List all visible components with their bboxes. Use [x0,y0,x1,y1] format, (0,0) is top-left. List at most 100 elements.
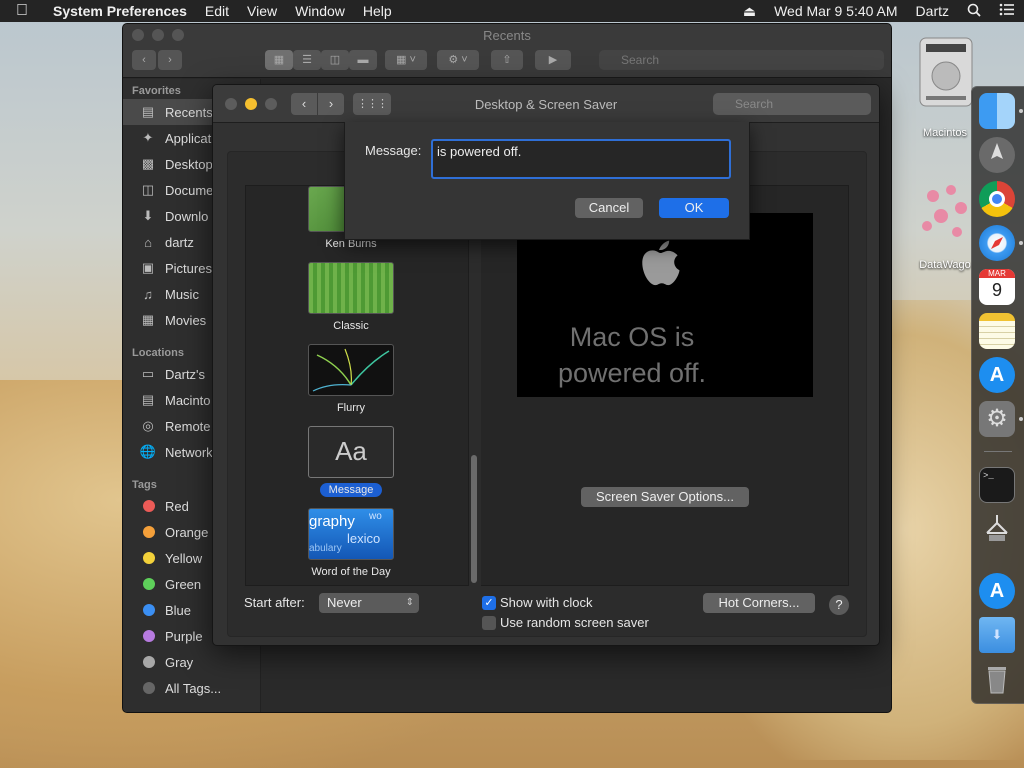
list-scrollbar[interactable] [471,455,477,583]
saver-label: Message [319,483,383,497]
tag-color-dot [143,526,155,538]
sidebar-item-label: Macinto [165,392,211,408]
tag-color-dot [143,552,155,564]
sidebar-item-label: Gray [165,654,194,670]
prefs-titlebar: ‹ › ⋮⋮⋮ Desktop & Screen Saver Search [213,85,879,123]
tag-color-dot [143,682,155,694]
globe-icon: 🌐 [139,444,157,459]
sidebar-item-label: Red [165,498,189,514]
icon-view-button[interactable]: ▦ [265,50,293,70]
tag-icon[interactable]: ▶ [535,50,571,70]
message-label: Message: [365,143,422,158]
computer-icon: ▭ [141,366,155,381]
notification-center-icon[interactable] [990,3,1024,19]
menubar-clock[interactable]: Wed Mar 9 5:40 AM [765,3,906,19]
apple-menu-icon[interactable]:  [0,2,44,20]
camera-icon: ▣ [141,260,155,275]
menubar-user[interactable]: Dartz [907,3,958,19]
sidebar-item-label: Yellow [165,550,203,566]
start-after-select[interactable]: Never ⇕ [319,593,419,613]
menu-help[interactable]: Help [354,3,401,19]
hard-drive-icon [919,37,973,107]
gallery-view-button[interactable]: ▬ [349,50,377,70]
eject-icon[interactable]: ⏏ [734,3,765,20]
menu-app-name[interactable]: System Preferences [44,3,196,19]
group-button[interactable]: ▦ ˅ [385,50,427,70]
document-icon: ◫ [141,182,155,197]
sidebar-item-label: Blue [165,602,192,618]
music-note-icon: ♫ [143,286,153,302]
thumb-message[interactable]: Aa [308,426,394,478]
calendar-icon[interactable]: MAR 9 [979,269,1015,305]
thumb-word: wo [369,511,382,522]
calendar-month: MAR [979,269,1015,278]
film-icon: ▦ [141,312,155,327]
action-gear-icon[interactable]: ⚙ ˅ [437,50,479,70]
list-view-button[interactable]: ☰ [293,50,321,70]
saver-label: Classic [333,320,369,332]
share-icon[interactable]: ⇧ [491,50,523,70]
notes-icon[interactable] [979,313,1015,349]
downloads-folder-icon[interactable]: ⬇ [979,617,1015,653]
applications-icon: ✦ [142,130,154,145]
start-after-value: Never [327,595,362,610]
cancel-button[interactable]: Cancel [575,198,643,218]
start-after-label: Start after: [244,595,305,610]
apple-logo-icon [642,240,680,286]
running-indicator [1019,417,1023,421]
column-view-button[interactable]: ◫ [321,50,349,70]
ok-button[interactable]: OK [659,198,729,218]
sidebar-tag-gray[interactable]: Gray [123,649,260,675]
menu-bar:  System Preferences Edit View Window He… [0,0,1024,22]
prefs-search-input[interactable]: Search [713,93,871,115]
desktop-icon: ▩ [141,156,155,171]
thumb-word: graphy [309,513,355,530]
finder-icon[interactable] [979,93,1015,129]
thumb-word: lexico [347,531,381,546]
menu-view[interactable]: View [238,3,286,19]
terminal-icon[interactable]: >_ [979,467,1015,503]
clock-icon: ▤ [141,104,155,119]
sidebar-item-label: Recents [165,104,213,120]
launchpad-icon[interactable] [979,137,1015,173]
running-indicator [1019,241,1023,245]
safari-icon[interactable] [979,225,1015,261]
script-editor-icon[interactable] [979,511,1015,547]
show-clock-checkbox[interactable]: ✓ [482,596,496,610]
drive-icon: ▤ [141,392,155,407]
sidebar-item-label: Green [165,576,202,592]
home-icon: ⌂ [144,234,152,250]
tag-color-dot [143,630,155,642]
app-store-icon[interactable]: A [979,357,1015,393]
menu-window[interactable]: Window [286,3,354,19]
message-input[interactable]: is powered off. [431,139,731,179]
spotlight-icon[interactable] [958,3,990,20]
sidebar-item-label: All Tags... [165,680,222,696]
finder-titlebar: Recents ‹ › ▦ ☰ ◫ ▬ ▦ ˅ ⚙ ˅ ⇧ ▶ Search [123,24,891,78]
hot-corners-button[interactable]: Hot Corners... [703,593,815,613]
chrome-icon[interactable] [979,181,1015,217]
thumb-flurry[interactable] [308,344,394,396]
menu-edit[interactable]: Edit [196,3,238,19]
help-button[interactable]: ? [829,595,849,615]
forward-button[interactable]: › [158,50,182,70]
sidebar-item-label: Orange [165,524,209,540]
random-saver-checkbox[interactable] [482,616,496,630]
sidebar-item-label: Dartz's [165,366,206,382]
screensaver-options-button[interactable]: Screen Saver Options... [581,487,749,507]
thumb-classic[interactable] [308,262,394,314]
app-store-downloads-icon[interactable]: A [979,573,1015,609]
tag-color-dot [143,578,155,590]
system-preferences-icon[interactable]: ⚙ [979,401,1015,437]
thumb-word: abulary [309,543,342,554]
screensaver-list: Ken Burns Classic Flurry Aa Message grap… [245,185,469,586]
sidebar-all-tags[interactable]: All Tags... [123,675,260,701]
sidebar-item-label: Remote [165,418,211,434]
trash-icon[interactable] [979,661,1015,697]
dock: MAR 9 A ⚙ >_ A ⬇ [971,86,1024,704]
thumb-message-text: Aa [335,436,367,466]
thumb-word-of-the-day[interactable]: graphy lexico abulary wo [308,508,394,560]
back-button[interactable]: ‹ [132,50,156,70]
updown-chevron-icon: ⇕ [405,597,414,608]
finder-search-input[interactable]: Search [599,50,884,70]
